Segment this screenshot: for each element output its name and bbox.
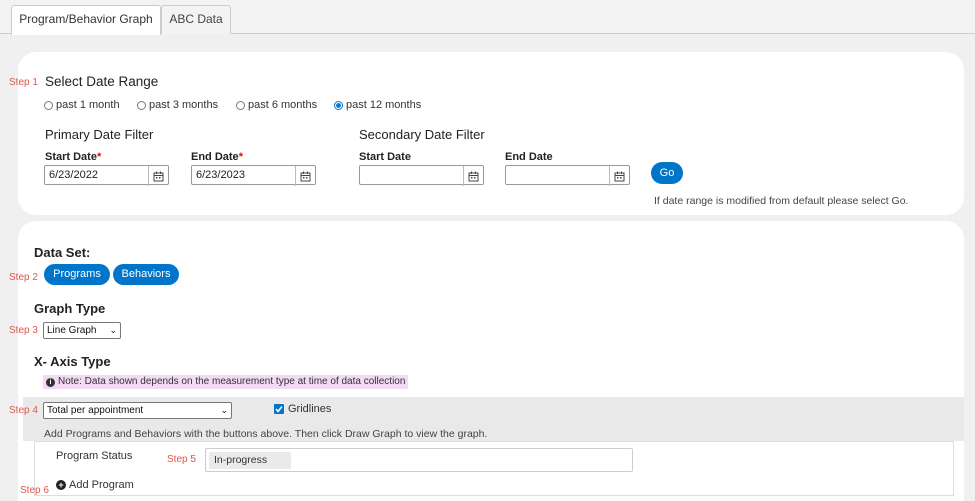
step-5-label: Step 5 [167,454,196,465]
radio-icon [44,100,53,110]
program-status-select[interactable]: In-progress [205,448,633,472]
data-set-title: Data Set: [34,245,91,260]
step-2-label: Step 2 [9,272,38,283]
x-axis-type-title: X- Axis Type [34,354,111,369]
primary-date-filter-title: Primary Date Filter [45,127,154,142]
date-range-card [18,52,964,215]
primary-start-date-label: Start Date* [45,151,102,163]
chevron-down-icon: ⌄ [220,405,228,415]
measurement-note: i Note: Data shown depends on the measur… [43,375,409,389]
primary-end-date-label: End Date* [191,151,243,163]
program-status-label: Program Status [56,450,133,462]
step-1-label: Step 1 [9,77,38,88]
status-chip-in-progress[interactable]: In-progress [209,452,291,469]
radio-icon [236,100,245,110]
gridlines-toggle[interactable]: Gridlines [274,403,331,415]
radio-past-1-month[interactable]: past 1 month [44,99,120,111]
add-items-help-text: Add Programs and Behaviors with the butt… [44,428,488,440]
radio-past-3-months[interactable]: past 3 months [137,99,218,111]
info-icon: i [46,377,55,387]
go-button[interactable]: Go [651,162,683,184]
behaviors-button[interactable]: Behaviors [113,264,179,285]
programs-button[interactable]: Programs [44,264,110,285]
calendar-icon[interactable] [295,166,315,186]
secondary-end-date-field[interactable] [505,165,630,186]
step-3-label: Step 3 [9,325,38,336]
tab-program-behavior-graph[interactable]: Program/Behavior Graph [11,5,161,35]
secondary-start-date-field[interactable] [359,165,484,186]
secondary-date-filter-title: Secondary Date Filter [359,127,485,142]
calendar-icon[interactable] [463,166,483,186]
x-axis-type-select[interactable]: Total per appointment ⌄ [43,402,232,419]
step-6-label: Step 6 [20,485,49,496]
calendar-icon[interactable] [148,166,168,186]
tab-abc-data[interactable]: ABC Data [161,5,231,34]
radio-icon [137,100,146,110]
secondary-start-date-label: Start Date [359,151,411,163]
radio-past-6-months[interactable]: past 6 months [236,99,317,111]
primary-start-date-field[interactable]: 6/23/2022 [44,165,169,186]
secondary-end-date-label: End Date [505,151,553,163]
radio-past-12-months[interactable]: past 12 months [334,99,421,111]
step-4-label: Step 4 [9,405,38,416]
plus-circle-icon: + [56,480,66,490]
date-range-hint: If date range is modified from default p… [654,195,909,207]
radio-selected-icon [334,100,343,110]
calendar-icon[interactable] [609,166,629,186]
select-date-range-title: Select Date Range [45,74,159,89]
graph-type-select[interactable]: Line Graph ⌄ [43,322,121,339]
checkbox-checked-icon[interactable] [274,404,284,414]
graph-type-title: Graph Type [34,301,106,316]
chevron-down-icon: ⌄ [109,325,117,335]
primary-end-date-field[interactable]: 6/23/2023 [191,165,316,186]
add-program-button[interactable]: + Add Program [56,479,134,491]
